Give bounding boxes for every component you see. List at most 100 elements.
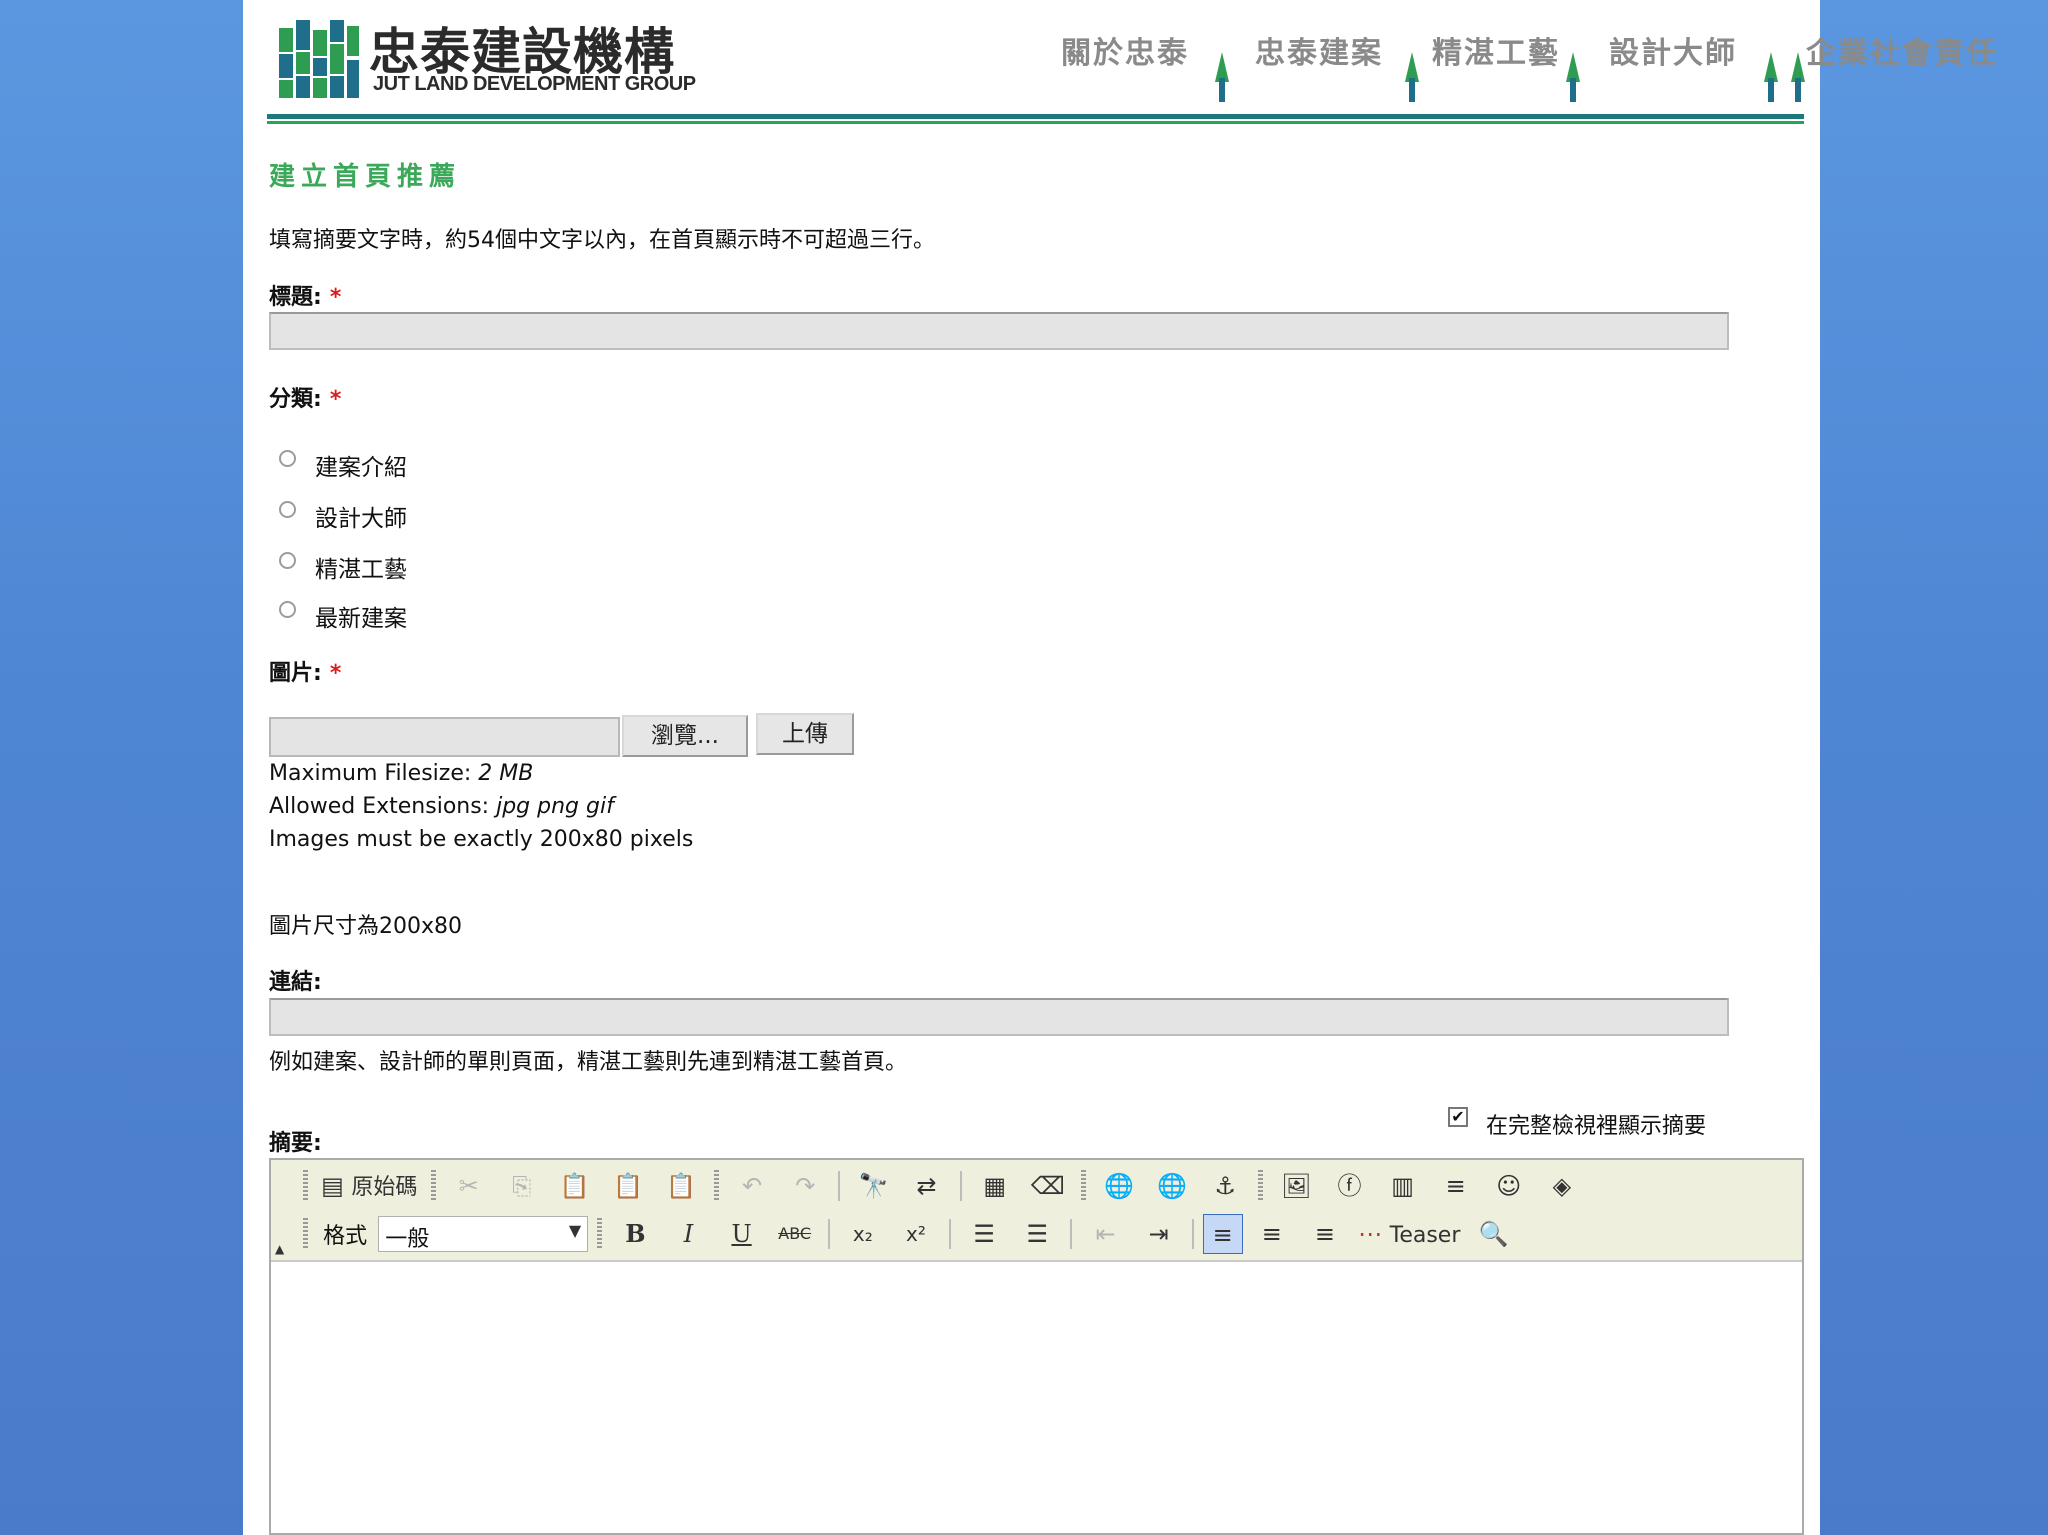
toolbar-separator xyxy=(1070,1219,1073,1249)
redo-icon[interactable]: ↷ xyxy=(781,1166,829,1206)
nav-about[interactable]: 關於忠泰 xyxy=(1061,28,1189,72)
nav-tree-icon xyxy=(1405,52,1419,102)
bulleted-list-icon[interactable]: ☰ xyxy=(1013,1214,1061,1254)
allowed-extensions: Allowed Extensions: jpg png gif xyxy=(269,794,614,819)
flash-icon[interactable]: ⓕ xyxy=(1326,1166,1374,1206)
collapse-toolbar-icon[interactable]: ▲ xyxy=(275,1242,284,1256)
category-radio[interactable] xyxy=(279,552,296,569)
link-input[interactable] xyxy=(269,998,1729,1036)
select-all-icon[interactable]: ▦ xyxy=(971,1166,1019,1206)
image-size-note: 圖片尺寸為200x80 xyxy=(269,914,463,939)
paste-word-icon[interactable]: 📋 xyxy=(657,1166,705,1206)
link-icon[interactable]: 🌐 xyxy=(1095,1166,1143,1206)
italic-icon[interactable]: I xyxy=(664,1214,712,1254)
remove-format-icon[interactable]: ⌫ xyxy=(1024,1166,1072,1206)
file-input[interactable] xyxy=(269,717,620,757)
special-char-icon[interactable]: ◈ xyxy=(1538,1166,1586,1206)
outdent-icon[interactable]: ⇤ xyxy=(1081,1214,1129,1254)
page: 忠泰建設機構 JUT LAND DEVELOPMENT GROUP 關於忠泰 忠… xyxy=(243,0,1996,1535)
allowed-extensions-label: Allowed Extensions: xyxy=(269,794,490,819)
link-note: 例如建案、設計師的單則頁面，精湛工藝則先連到精湛工藝首頁。 xyxy=(269,1050,908,1075)
toolbar-grip xyxy=(1080,1170,1086,1202)
toolbar-grip xyxy=(714,1170,720,1202)
undo-icon[interactable]: ↶ xyxy=(728,1166,776,1206)
toolbar-separator xyxy=(949,1219,952,1249)
source-label: 原始碼 xyxy=(351,1175,418,1200)
category-radio[interactable] xyxy=(279,501,296,518)
category-option-label: 設計大師 xyxy=(315,506,407,532)
logo-subtitle: JUT LAND DEVELOPMENT GROUP xyxy=(373,73,696,95)
image-icon[interactable]: 🖼 xyxy=(1272,1166,1320,1206)
header-rule xyxy=(267,114,1804,119)
image-label: 圖片: * xyxy=(269,655,341,687)
title-label: 標題: * xyxy=(269,279,341,311)
upload-button[interactable]: 上傳 xyxy=(756,713,854,755)
indent-icon[interactable]: ⇥ xyxy=(1135,1214,1183,1254)
align-center-icon[interactable]: ≡ xyxy=(1248,1214,1296,1254)
category-radio[interactable] xyxy=(279,450,296,467)
horizontal-rule-icon[interactable]: ≡ xyxy=(1432,1166,1480,1206)
nav-designers[interactable]: 設計大師 xyxy=(1609,28,1737,72)
source-icon: ▤ xyxy=(321,1172,344,1200)
title-input[interactable] xyxy=(269,312,1729,350)
copy-icon[interactable]: ⎘ xyxy=(498,1166,546,1206)
nav-csr[interactable]: 企業社會責任 xyxy=(1806,28,1998,72)
teaser-break-button[interactable]: ⋯ Teaser xyxy=(1354,1214,1464,1254)
category-radio[interactable] xyxy=(279,601,296,618)
toolbar-grip xyxy=(597,1218,603,1250)
anchor-icon[interactable]: ⚓ xyxy=(1201,1166,1249,1206)
max-filesize-label: Maximum Filesize: xyxy=(269,761,472,786)
format-label: 格式 xyxy=(323,1224,368,1249)
subscript-icon[interactable]: x₂ xyxy=(839,1214,887,1254)
nav-tree-icon xyxy=(1791,52,1805,102)
bold-icon[interactable]: B xyxy=(611,1214,659,1254)
allowed-extensions-value: jpg png gif xyxy=(496,794,614,819)
title-label-text: 標題: xyxy=(269,285,322,310)
nav-tree-icon xyxy=(1566,52,1580,102)
table-icon[interactable]: ▥ xyxy=(1379,1166,1427,1206)
toolbar-grip xyxy=(430,1170,436,1202)
unlink-icon[interactable]: 🌐 xyxy=(1148,1166,1196,1206)
summary-label: 摘要: xyxy=(269,1131,322,1156)
toolbar-separator xyxy=(838,1171,841,1201)
show-summary-checkbox[interactable]: ✔ xyxy=(1448,1107,1468,1127)
numbered-list-icon[interactable]: ☰ xyxy=(960,1214,1008,1254)
source-button[interactable]: ▤ 原始碼 xyxy=(317,1166,421,1206)
toolbar-row-2: 格式 一般 ▼ B I U ABC x₂ x² ☰ ☰ ⇤ ⇥ ≡ ≡ ≡ ⋯ … xyxy=(299,1214,1517,1260)
replace-icon[interactable]: ⇄ xyxy=(903,1166,951,1206)
align-left-icon[interactable]: ≡ xyxy=(1202,1214,1243,1254)
underline-icon[interactable]: U xyxy=(718,1214,766,1254)
header-rule-green xyxy=(267,121,1804,124)
logo-mark-icon xyxy=(279,20,359,98)
nav-tree-icon xyxy=(1764,52,1778,102)
intro-text: 填寫摘要文字時，約54個中文字以內，在首頁顯示時不可超過三行。 xyxy=(269,228,935,253)
toolbar-row-1: ▤ 原始碼 ✂ ⎘ 📋 📋 📋 ↶ ↷ 🔭 ⇄ ▦ ⌫ 🌐 🌐 ⚓ 🖼 ⓕ ▥ … xyxy=(299,1166,1586,1212)
align-right-icon[interactable]: ≡ xyxy=(1301,1214,1349,1254)
paste-text-icon[interactable]: 📋 xyxy=(604,1166,652,1206)
summary-editor: ▤ 原始碼 ✂ ⎘ 📋 📋 📋 ↶ ↷ 🔭 ⇄ ▦ ⌫ 🌐 🌐 ⚓ 🖼 ⓕ ▥ … xyxy=(269,1158,1804,1535)
nav-tree-icon xyxy=(1215,52,1229,102)
format-select-value: 一般 xyxy=(385,1227,430,1252)
format-select[interactable]: 一般 ▼ xyxy=(378,1216,589,1252)
show-summary-label[interactable]: 在完整檢視裡顯示摘要 xyxy=(1486,1108,1706,1140)
find-icon[interactable]: 🔭 xyxy=(849,1166,897,1206)
preview-icon[interactable]: 🔍 xyxy=(1469,1214,1517,1254)
cut-icon[interactable]: ✂ xyxy=(445,1166,493,1206)
editor-toolbar: ▤ 原始碼 ✂ ⎘ 📋 📋 📋 ↶ ↷ 🔭 ⇄ ▦ ⌫ 🌐 🌐 ⚓ 🖼 ⓕ ▥ … xyxy=(271,1160,1802,1262)
strikethrough-icon[interactable]: ABC xyxy=(771,1214,819,1254)
toolbar-grip xyxy=(1258,1170,1264,1202)
superscript-icon[interactable]: x² xyxy=(892,1214,940,1254)
toolbar-separator xyxy=(1191,1219,1194,1249)
required-mark: * xyxy=(329,387,342,412)
editor-body[interactable] xyxy=(271,1262,1802,1535)
nav-craftsmanship[interactable]: 精湛工藝 xyxy=(1432,28,1560,72)
smiley-icon[interactable]: ☺ xyxy=(1485,1166,1533,1206)
max-filesize-value: 2 MB xyxy=(478,761,534,786)
logo[interactable]: 忠泰建設機構 JUT LAND DEVELOPMENT GROUP xyxy=(279,16,696,100)
page-title: 建立首頁推薦 xyxy=(269,162,462,192)
nav-projects[interactable]: 忠泰建案 xyxy=(1255,28,1383,72)
category-option-label: 最新建案 xyxy=(315,606,407,632)
image-label-text: 圖片: xyxy=(269,661,322,686)
paste-icon[interactable]: 📋 xyxy=(551,1166,599,1206)
browse-button[interactable]: 瀏覽... xyxy=(622,715,748,757)
